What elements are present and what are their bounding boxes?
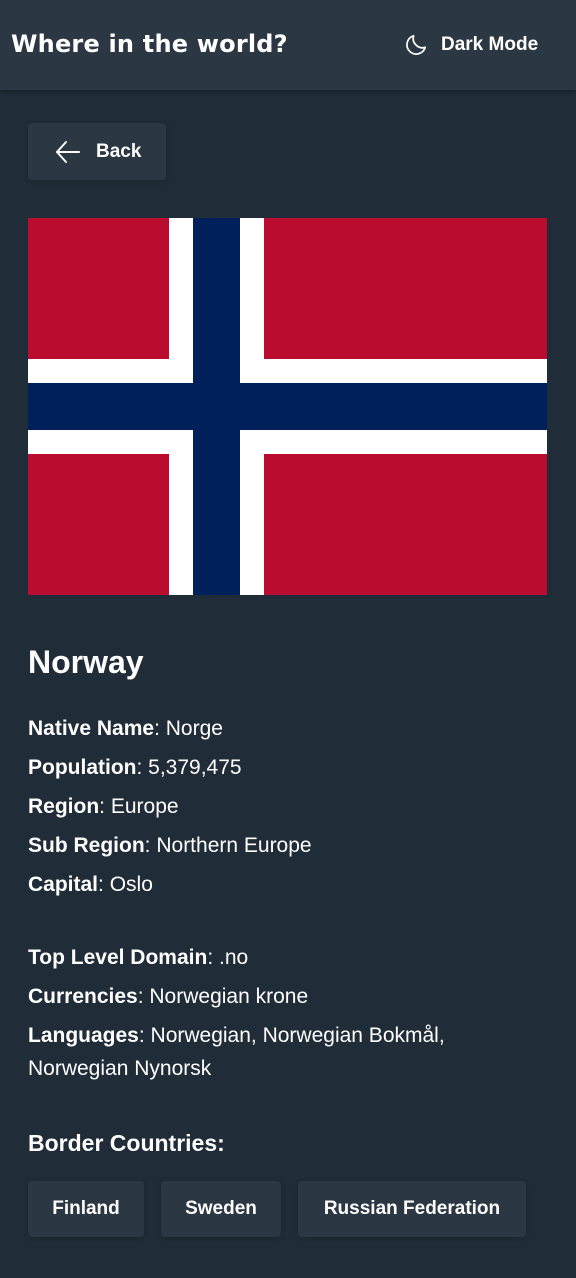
population-row: Population: 5,379,475 bbox=[28, 752, 312, 784]
languages-label: Languages bbox=[28, 1024, 139, 1047]
currencies-label: Currencies bbox=[28, 985, 138, 1008]
population-value: 5,379,475 bbox=[148, 756, 242, 779]
capital-label: Capital bbox=[28, 873, 99, 896]
primary-info: Native Name: Norge Population: 5,379,475… bbox=[28, 713, 312, 901]
languages-value-line2: Norwegian Nynorsk bbox=[28, 1057, 212, 1080]
separator: : bbox=[136, 756, 149, 779]
border-country-sweden[interactable]: Sweden bbox=[161, 1181, 281, 1237]
border-countries-list: Finland Sweden Russian Federation bbox=[28, 1181, 526, 1237]
back-button-label: Back bbox=[96, 141, 142, 162]
separator: : bbox=[98, 873, 110, 896]
separator: : bbox=[154, 717, 166, 740]
separator: : bbox=[207, 946, 219, 969]
separator: : bbox=[99, 795, 111, 818]
border-countries-title: Border Countries: bbox=[28, 1130, 225, 1156]
sub-region-label: Sub Region bbox=[28, 834, 145, 857]
separator: : bbox=[144, 834, 157, 857]
native-name-row: Native Name: Norge bbox=[28, 713, 312, 745]
languages-row: Languages: Norwegian, Norwegian Bokmål, bbox=[28, 1020, 445, 1052]
region-value: Europe bbox=[110, 795, 179, 818]
top-level-domain-value: .no bbox=[218, 946, 249, 969]
country-flag bbox=[28, 218, 547, 595]
arrow-left-icon bbox=[56, 141, 80, 163]
currencies-value: Norwegian krone bbox=[149, 985, 309, 1008]
region-row: Region: Europe bbox=[28, 791, 312, 823]
dark-mode-toggle[interactable]: Dark Mode bbox=[403, 31, 538, 59]
moon-icon bbox=[406, 34, 427, 55]
languages-continuation: Norwegian Nynorsk bbox=[28, 1053, 445, 1085]
app-header: Where in the world? Dark Mode bbox=[0, 0, 576, 90]
currencies-row: Currencies: Norwegian krone bbox=[28, 981, 445, 1013]
population-label: Population bbox=[28, 756, 137, 779]
languages-value-line1: Norwegian, Norwegian Bokmål, bbox=[150, 1024, 445, 1047]
country-name: Norway bbox=[28, 644, 144, 680]
separator: : bbox=[138, 1024, 151, 1047]
dark-mode-label: Dark Mode bbox=[441, 34, 539, 55]
sub-region-row: Sub Region: Northern Europe bbox=[28, 830, 312, 862]
secondary-info: Top Level Domain: .no Currencies: Norweg… bbox=[28, 942, 445, 1085]
app-title: Where in the world? bbox=[11, 30, 288, 58]
flag-blue-cross-horizontal bbox=[28, 383, 547, 430]
native-name-value: Norge bbox=[165, 717, 223, 740]
top-level-domain-row: Top Level Domain: .no bbox=[28, 942, 445, 974]
sub-region-value: Northern Europe bbox=[156, 834, 312, 857]
region-label: Region bbox=[28, 795, 100, 818]
capital-value: Oslo bbox=[109, 873, 153, 896]
separator: : bbox=[137, 985, 150, 1008]
native-name-label: Native Name bbox=[28, 717, 155, 740]
capital-row: Capital: Oslo bbox=[28, 869, 312, 901]
top-level-domain-label: Top Level Domain bbox=[28, 946, 208, 969]
back-button[interactable]: Back bbox=[28, 123, 166, 180]
border-country-russian-federation[interactable]: Russian Federation bbox=[298, 1181, 526, 1237]
border-country-finland[interactable]: Finland bbox=[28, 1181, 144, 1237]
